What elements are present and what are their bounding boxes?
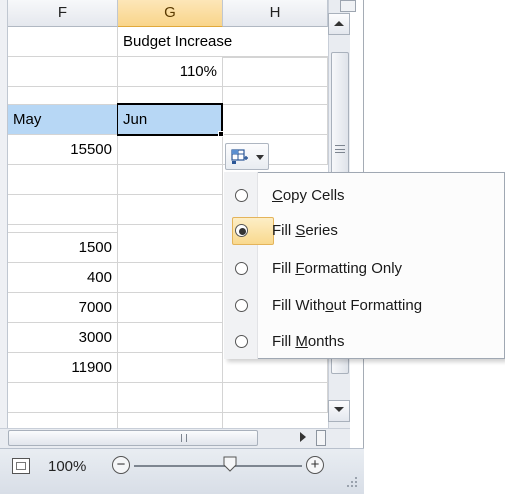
row-header-edge [0, 0, 8, 428]
zoom-level[interactable]: 100% [48, 458, 86, 475]
cell-g5[interactable] [118, 165, 223, 195]
menu-item-label: Fill Series [272, 222, 338, 239]
cell-g13[interactable] [118, 413, 223, 428]
radio-checked-icon [235, 224, 248, 237]
cell-f13[interactable] [8, 413, 118, 428]
cell-f-gap[interactable] [8, 87, 118, 105]
cell-f12[interactable] [8, 383, 118, 413]
cell-g1[interactable]: Budget Increase [118, 27, 328, 57]
cell-g7[interactable] [118, 225, 223, 263]
cell-f10[interactable]: 3000 [8, 323, 118, 353]
vertical-thumb-grip-mid [335, 149, 345, 150]
radio-icon [235, 262, 248, 275]
cell-g8[interactable] [118, 263, 223, 293]
menu-item-fill-without-formatting[interactable]: Fill Without Formatting [226, 291, 503, 321]
cell-g10[interactable] [118, 323, 223, 353]
scroll-down-icon [334, 407, 344, 412]
cell-h-gap[interactable] [223, 87, 328, 105]
scroll-up-icon [334, 21, 344, 26]
fill-handle[interactable] [218, 131, 224, 137]
zoom-slider-track[interactable] [134, 465, 302, 467]
resize-grip-icon[interactable] [344, 474, 358, 488]
menu-item-label: Copy Cells [272, 187, 345, 204]
hscroll-end-box[interactable] [316, 430, 326, 446]
cell-f4[interactable]: 15500 [8, 135, 118, 165]
menu-item-fill-months[interactable]: Fill Months [226, 327, 503, 357]
menu-item-label: Fill Without Formatting [272, 297, 423, 314]
scroll-up-button[interactable] [328, 13, 350, 35]
cell-f1[interactable] [8, 27, 118, 57]
menu-item-copy-cells[interactable]: Copy Cells [226, 181, 503, 211]
cell-g11[interactable] [118, 353, 223, 383]
zoom-slider-thumb-icon [223, 456, 237, 472]
page-layout-inner [16, 462, 26, 470]
cell-g2[interactable]: 110% [118, 57, 223, 87]
active-cell-selection [117, 103, 223, 136]
cell-f9[interactable]: 7000 [8, 293, 118, 323]
dropdown-arrow-icon [256, 155, 264, 160]
cell-f6[interactable] [8, 195, 118, 225]
cell-g9[interactable] [118, 293, 223, 323]
horizontal-thumb-grip [181, 434, 187, 442]
cell-f11[interactable]: 11900 [8, 353, 118, 383]
cell-f3-may[interactable]: May [8, 105, 118, 135]
menu-item-label: Fill Months [272, 333, 345, 350]
auto-fill-icon [231, 149, 248, 164]
radio-icon [235, 189, 248, 202]
page-layout-view-icon[interactable] [12, 458, 30, 474]
cell-g12[interactable] [118, 383, 223, 413]
scroll-right-button[interactable] [292, 430, 314, 446]
scroll-down-button[interactable] [328, 400, 350, 422]
cell-f2[interactable] [8, 57, 118, 87]
cell-f7[interactable]: 1500 [8, 233, 118, 263]
column-header-f[interactable]: F [8, 0, 118, 27]
resize-grip-dots [347, 477, 357, 487]
split-box[interactable] [340, 0, 356, 12]
menu-item-label: Fill Formatting Only [272, 260, 403, 277]
cell-g4[interactable] [118, 135, 223, 165]
zoom-out-button[interactable]: − [112, 456, 130, 474]
cell-h11[interactable] [223, 359, 328, 383]
column-header-g[interactable]: G [118, 0, 223, 27]
cell-h12[interactable] [223, 383, 328, 413]
cell-f7-top[interactable] [8, 225, 118, 233]
auto-fill-options-button[interactable] [225, 143, 269, 170]
cell-f8[interactable]: 400 [8, 263, 118, 293]
radio-icon [235, 299, 248, 312]
menu-item-fill-formatting-only[interactable]: Fill Formatting Only [226, 254, 503, 284]
zoom-slider-thumb[interactable] [223, 456, 237, 472]
zoom-in-button[interactable]: + [306, 456, 324, 474]
horizontal-scroll-thumb[interactable] [8, 430, 258, 446]
radio-icon [235, 335, 248, 348]
scroll-right-icon [300, 432, 306, 442]
menu-item-fill-series[interactable]: Fill Series [226, 216, 503, 246]
cell-g6[interactable] [118, 195, 223, 225]
cell-h3[interactable] [223, 105, 328, 135]
column-header-h[interactable]: H [223, 0, 328, 27]
cell-f5[interactable] [8, 165, 118, 195]
cell-h2[interactable] [223, 57, 328, 87]
